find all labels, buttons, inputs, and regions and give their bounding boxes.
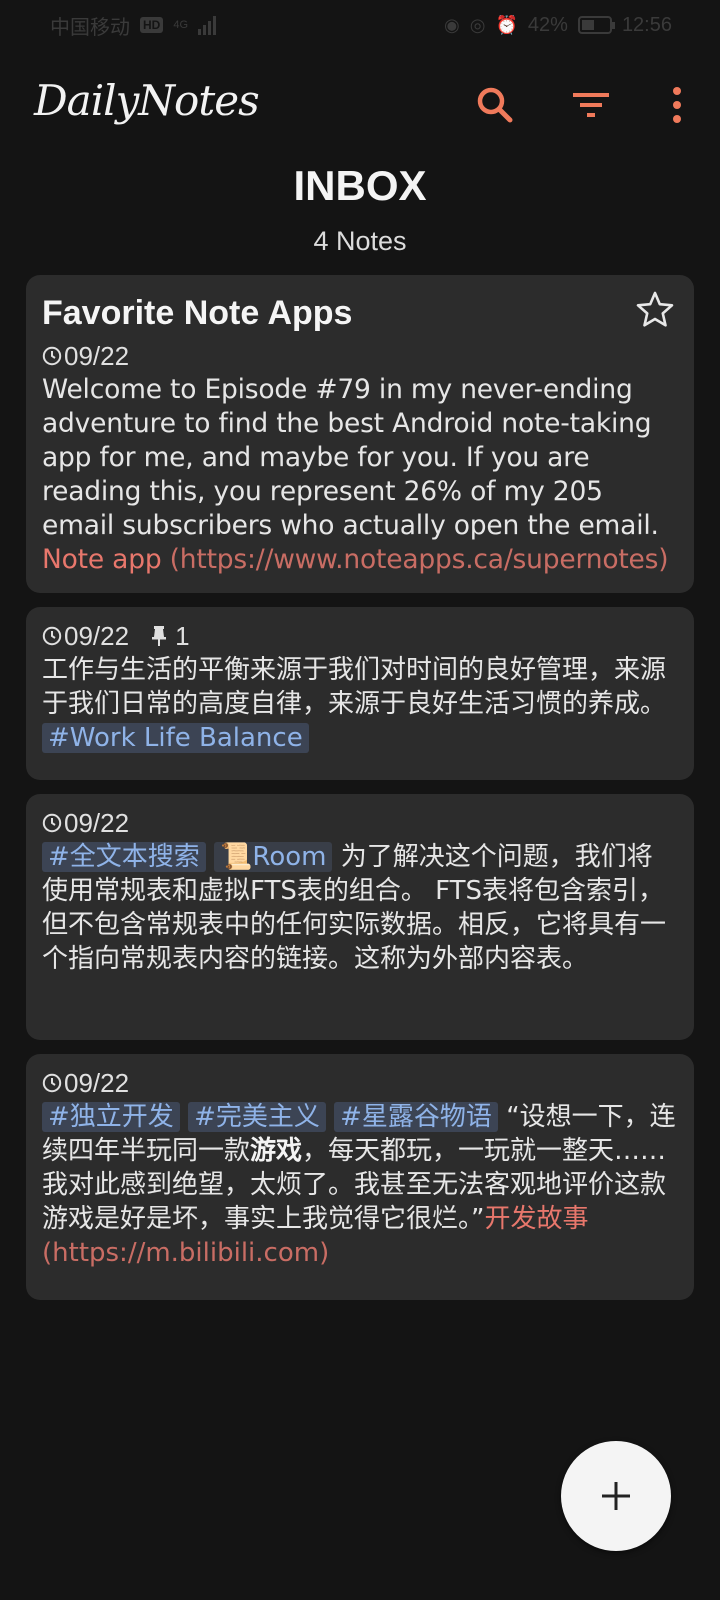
battery-percent: 42% [527, 13, 568, 36]
filter-button[interactable] [566, 80, 616, 130]
app-title: DailyNotes [34, 76, 260, 125]
note-meta: 09/22 [42, 806, 678, 840]
note-body: #全文本搜索 📜Room 为了解决这个问题，我们将使用常规表和虚拟FTS表的组合… [42, 840, 678, 976]
pin-count: 1 [175, 621, 190, 651]
note-date: 09/22 [64, 341, 130, 371]
note-text-bold: 游戏 [250, 1136, 303, 1166]
more-options-button[interactable] [652, 80, 702, 130]
battery-icon [577, 16, 615, 34]
note-tag[interactable]: #Work Life Balance [42, 723, 309, 753]
status-right: ◉ ◎ ⏰ 42% 12:56 [444, 14, 672, 37]
note-link-label[interactable]: 开发故事 [484, 1204, 588, 1234]
clock-icon [42, 813, 62, 833]
notes-count: 4 Notes [313, 226, 407, 256]
clock-icon [42, 626, 62, 646]
search-button[interactable] [470, 80, 520, 130]
note-body: #独立开发 #完美主义 #星露谷物语 “设想一下，连续四年半玩同一款游戏，每天都… [42, 1100, 678, 1270]
carrier-label: 中国移动 [50, 16, 130, 39]
note-body: 工作与生活的平衡来源于我们对时间的良好管理，来源于我们日常的高度自律，来源于良好… [42, 653, 678, 755]
signal-icon [198, 15, 217, 35]
star-icon[interactable] [636, 291, 674, 327]
add-note-button[interactable] [561, 1441, 671, 1551]
page-title: INBOX [293, 162, 427, 209]
note-link-url[interactable]: (https://m.bilibili.com) [42, 1238, 329, 1268]
nfc-icon: ◉ [444, 14, 460, 35]
app-bar: DailyNotes [0, 70, 720, 140]
clock-icon [42, 1073, 62, 1093]
note-tag[interactable]: 📜Room [214, 842, 333, 872]
note-tag[interactable]: #星露谷物语 [334, 1102, 498, 1132]
plus-icon [602, 1482, 630, 1510]
note-text: Welcome to Episode #79 in my never-endin… [42, 374, 659, 541]
note-date: 09/22 [64, 1068, 130, 1098]
note-card-fts[interactable]: 09/22 #全文本搜索 📜Room 为了解决这个问题，我们将使用常规表和虚拟F… [26, 794, 694, 1040]
note-date: 09/22 [64, 621, 130, 651]
alarm-icon: ⏰ [495, 14, 518, 35]
note-tag[interactable]: #完美主义 [188, 1102, 326, 1132]
note-body: Welcome to Episode #79 in my never-endin… [42, 373, 678, 577]
note-tag[interactable]: #全文本搜索 [42, 842, 206, 872]
search-icon [477, 87, 513, 123]
pin-icon [152, 626, 167, 646]
note-meta: 09/22 [42, 1066, 678, 1100]
note-card-favorite-note-apps[interactable]: Favorite Note Apps 09/22 Welcome to Epis… [26, 275, 694, 593]
note-tag[interactable]: #独立开发 [42, 1102, 180, 1132]
more-vert-icon [673, 87, 681, 123]
note-meta: 09/22 [42, 339, 678, 373]
note-title: Favorite Note Apps [42, 294, 353, 332]
note-card-work-life[interactable]: 09/22 1 工作与生活的平衡来源于我们对时间的良好管理，来源于我们日常的高度… [26, 607, 694, 780]
note-link-url[interactable]: (https://www.noteapps.ca/supernotes) [170, 544, 669, 575]
clock-time: 12:56 [621, 13, 672, 36]
hd-icon: HD [140, 17, 164, 33]
note-card-stardew[interactable]: 09/22 #独立开发 #完美主义 #星露谷物语 “设想一下，连续四年半玩同一款… [26, 1054, 694, 1300]
status-bar: 中国移动 HD 4G ◉ ◎ ⏰ 42% 12:56 [0, 0, 720, 50]
note-date: 09/22 [64, 808, 130, 838]
eye-icon: ◎ [469, 14, 486, 35]
network-label: 4G [173, 19, 189, 31]
status-left: 中国移动 HD 4G [50, 11, 217, 40]
note-meta: 09/22 1 [42, 619, 678, 653]
note-link-label[interactable]: Note app [42, 544, 162, 575]
clock-icon [42, 346, 62, 366]
pin-indicator: 1 [149, 619, 190, 653]
filter-icon [573, 93, 609, 117]
note-text: 工作与生活的平衡来源于我们对时间的良好管理，来源于我们日常的高度自律，来源于良好… [42, 655, 667, 719]
